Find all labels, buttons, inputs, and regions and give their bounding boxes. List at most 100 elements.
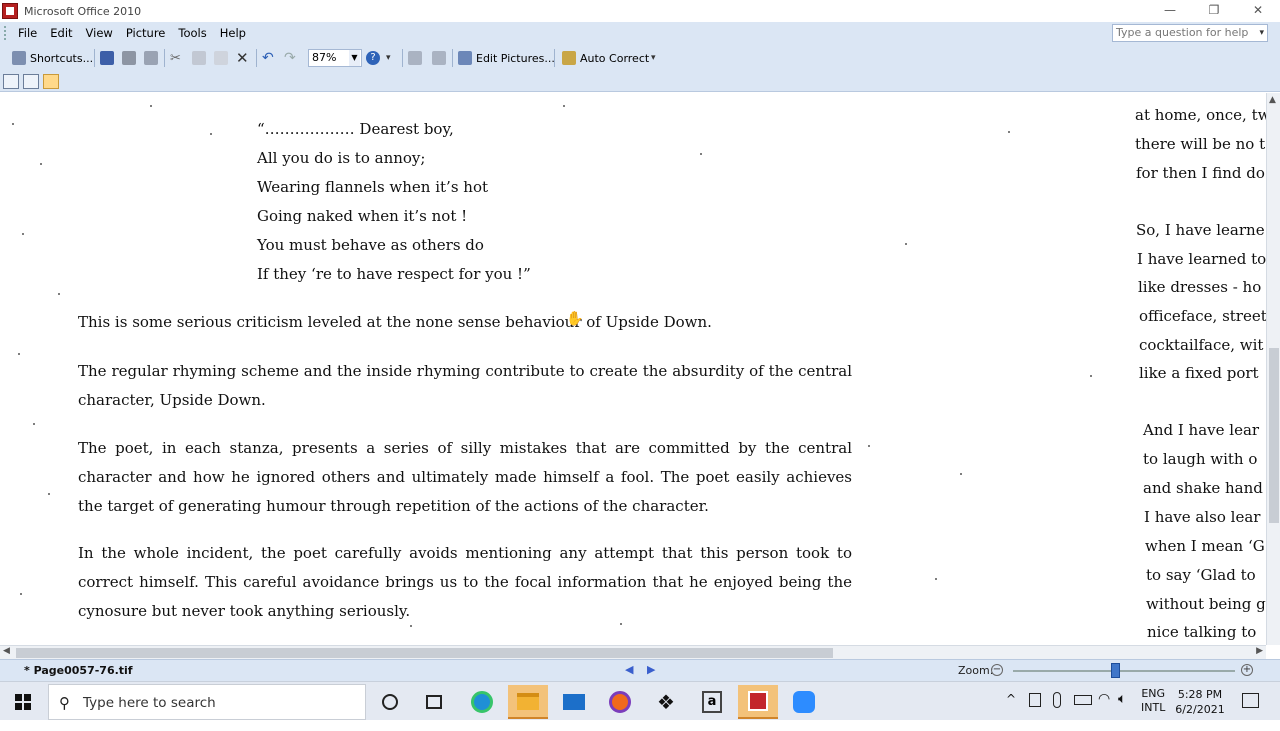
- windows-taskbar: ⚲ Type here to search ❖ a ^ ◠ 🔈︎ ENG INT…: [0, 681, 1280, 720]
- redo-button[interactable]: ↷: [284, 48, 296, 68]
- task-view-button[interactable]: [414, 685, 454, 719]
- print-button[interactable]: [122, 48, 136, 68]
- window-controls: — ❐ ✕: [1148, 0, 1280, 22]
- single-picture-view-button[interactable]: [43, 74, 59, 89]
- previous-picture-icon[interactable]: ◀: [625, 663, 633, 676]
- toolbar-overflow-button[interactable]: ▾: [651, 48, 656, 68]
- chevron-down-icon: ▾: [386, 53, 391, 63]
- adjacent-line: like dresses - ho: [1138, 278, 1262, 296]
- start-button[interactable]: [0, 682, 48, 721]
- zoom-slider-track[interactable]: [1013, 670, 1235, 672]
- menu-tools[interactable]: Tools: [178, 26, 206, 40]
- dropbox-app[interactable]: ❖: [646, 685, 686, 719]
- volume-icon[interactable]: 🔈︎: [1118, 691, 1126, 730]
- vertical-scrollbar[interactable]: ▲: [1266, 93, 1280, 645]
- zoom-app[interactable]: [784, 685, 824, 719]
- cut-button[interactable]: ✂: [170, 48, 181, 68]
- rotate-left-button[interactable]: [408, 48, 422, 68]
- adjacent-line: And I have lear: [1143, 421, 1260, 439]
- zoom-out-button[interactable]: −: [991, 664, 1003, 676]
- clock-time: 5:28 PM: [1177, 688, 1223, 701]
- paste-icon: [214, 51, 228, 65]
- email-button[interactable]: [144, 48, 158, 68]
- amazon-app[interactable]: a: [692, 685, 732, 719]
- meet-now-icon[interactable]: [1029, 693, 1041, 707]
- zoom-slider-thumb[interactable]: [1110, 663, 1120, 678]
- firefox-app[interactable]: [600, 685, 640, 719]
- clock[interactable]: 5:28 PM 6/2/2021: [1175, 687, 1225, 726]
- picture-manager-app[interactable]: [738, 685, 778, 719]
- save-button[interactable]: [100, 48, 114, 68]
- windows-logo-icon: [15, 694, 31, 710]
- edit-pictures-button[interactable]: Edit Pictures...: [458, 48, 555, 68]
- email-icon: [144, 51, 158, 65]
- toolbar-separator: [452, 49, 453, 67]
- menu-picture[interactable]: Picture: [126, 26, 166, 40]
- horizontal-scroll-thumb[interactable]: [16, 648, 833, 658]
- restore-button[interactable]: ❐: [1192, 0, 1236, 22]
- menu-grip[interactable]: [4, 26, 9, 40]
- battery-icon[interactable]: [1074, 695, 1092, 705]
- amazon-icon: a: [702, 691, 722, 713]
- scroll-left-icon[interactable]: ◀: [3, 646, 10, 656]
- dropbox-icon: ❖: [657, 690, 675, 714]
- search-icon: ⚲: [59, 694, 70, 712]
- menu-view[interactable]: View: [86, 26, 113, 40]
- menu-help[interactable]: Help: [220, 26, 246, 40]
- filmstrip-view-button[interactable]: [23, 74, 39, 89]
- task-view-icon: [426, 695, 442, 709]
- edge-icon: [471, 691, 493, 713]
- help-button[interactable]: ?: [366, 48, 380, 68]
- scroll-right-icon[interactable]: ▶: [1256, 646, 1263, 656]
- search-placeholder: Type here to search: [83, 695, 216, 711]
- undo-button[interactable]: ↶: [262, 48, 274, 68]
- horizontal-scrollbar[interactable]: ◀ ▶: [0, 645, 1266, 659]
- toolbar-separator: [554, 49, 555, 67]
- help-search-input[interactable]: Type a question for help: [1112, 24, 1268, 42]
- copy-button[interactable]: [192, 48, 206, 68]
- next-picture-icon[interactable]: ▶: [647, 663, 655, 676]
- adjacent-line: to say ‘Glad to: [1146, 566, 1256, 584]
- zoom-in-button[interactable]: +: [1241, 664, 1253, 676]
- picture-viewer[interactable]: “……………… Dearest boy, All you do is to an…: [0, 93, 1268, 645]
- poem-line: You must behave as others do: [257, 236, 484, 254]
- chevron-down-icon: ▾: [651, 53, 656, 63]
- adjacent-line: and shake hand: [1143, 479, 1263, 497]
- adjacent-line: So, I have learne: [1136, 221, 1265, 239]
- delete-button[interactable]: ✕: [236, 48, 249, 68]
- menu-file[interactable]: File: [18, 26, 37, 40]
- menu-edit[interactable]: Edit: [50, 26, 72, 40]
- thumbnail-view-button[interactable]: [3, 74, 19, 89]
- office-picture-manager-icon: [2, 3, 18, 19]
- mail-app[interactable]: [554, 685, 594, 719]
- notification-center-icon[interactable]: [1242, 693, 1259, 708]
- vertical-scroll-thumb[interactable]: [1269, 348, 1279, 523]
- zoom-value: 87%: [312, 51, 337, 64]
- zoom-select[interactable]: 87% ▼: [308, 49, 362, 67]
- rotate-right-button[interactable]: [432, 48, 446, 68]
- file-explorer-app[interactable]: [508, 685, 548, 719]
- close-button[interactable]: ✕: [1236, 0, 1280, 22]
- cortana-button[interactable]: [370, 685, 410, 719]
- microphone-icon[interactable]: [1053, 692, 1061, 708]
- chevron-up-icon[interactable]: ^: [1006, 692, 1016, 731]
- poem-line: Going naked when it’s not !: [257, 207, 468, 225]
- poem-line: Wearing flannels when it’s hot: [257, 178, 489, 196]
- zoom-label: Zoom:: [958, 664, 994, 677]
- toolbar-separator: [256, 49, 257, 67]
- file-name: * Page0057-76.tif: [24, 664, 133, 677]
- paste-button[interactable]: [214, 48, 228, 68]
- toolbar-separator: [94, 49, 95, 67]
- auto-correct-button[interactable]: Auto Correct: [562, 48, 649, 68]
- minimize-button[interactable]: —: [1148, 0, 1192, 22]
- wifi-icon[interactable]: ◠: [1098, 691, 1110, 730]
- taskbar-search-box[interactable]: ⚲ Type here to search: [48, 684, 366, 720]
- edge-app[interactable]: [462, 685, 502, 719]
- shortcuts-button[interactable]: Shortcuts...: [12, 48, 93, 68]
- scroll-up-icon[interactable]: ▲: [1269, 95, 1276, 105]
- zoom-video-icon: [793, 691, 815, 713]
- language-indicator[interactable]: ENG INTL: [1141, 687, 1165, 726]
- redo-icon: ↷: [284, 50, 296, 66]
- help-icon: ?: [366, 51, 380, 65]
- toolbar-options-button[interactable]: ▾: [386, 48, 391, 68]
